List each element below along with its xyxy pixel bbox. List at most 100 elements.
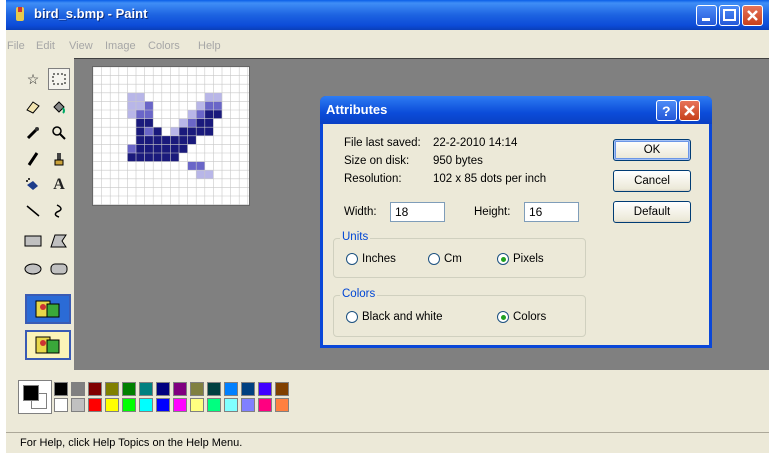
palette-swatch[interactable] xyxy=(139,382,153,396)
height-label: Height: xyxy=(474,206,511,218)
menu-bar: File Edit View Image Colors Help xyxy=(6,36,769,58)
menu-colors[interactable]: Colors xyxy=(148,40,180,52)
airbrush-icon[interactable] xyxy=(22,174,44,196)
width-label: Width: xyxy=(344,206,377,218)
size-on-disk-label: Size on disk: xyxy=(344,155,410,167)
size-on-disk-value: 950 bytes xyxy=(433,155,483,167)
palette-swatch[interactable] xyxy=(275,398,289,412)
colors-colors-label: Colors xyxy=(513,311,547,323)
maximize-button[interactable] xyxy=(719,5,740,26)
pencil-icon[interactable] xyxy=(22,148,44,170)
dialog-title: Attributes xyxy=(326,102,388,117)
minimize-icon xyxy=(702,18,710,21)
window-title: bird_s.bmp - Paint xyxy=(34,6,148,21)
magnifier-icon[interactable] xyxy=(48,122,70,144)
text-tool-icon[interactable]: A xyxy=(48,174,70,196)
eraser-icon[interactable] xyxy=(22,96,44,118)
colors-black-white-label: Black and white xyxy=(362,311,443,323)
line-icon[interactable] xyxy=(22,200,44,222)
menu-view[interactable]: View xyxy=(69,40,93,52)
colors-group-title: Colors xyxy=(340,288,378,300)
palette-swatch[interactable] xyxy=(105,382,119,396)
rect-select-icon[interactable] xyxy=(48,68,70,90)
palette-swatch[interactable] xyxy=(190,382,204,396)
polygon-icon[interactable] xyxy=(48,230,70,252)
palette-swatch[interactable] xyxy=(173,382,187,396)
units-cm-label: Cm xyxy=(444,253,462,265)
units-pixels-label: Pixels xyxy=(513,253,544,265)
fill-icon[interactable] xyxy=(48,96,70,118)
minimize-button[interactable] xyxy=(696,5,717,26)
palette-swatch[interactable] xyxy=(224,398,238,412)
color-palette xyxy=(6,370,769,430)
drawing-canvas[interactable] xyxy=(92,66,250,206)
foreground-color-swatch[interactable] xyxy=(23,385,39,401)
height-input[interactable] xyxy=(524,202,579,222)
colors-black-white-radio[interactable]: Black and white xyxy=(346,311,443,323)
dialog-body: File last saved: 22-2-2010 14:14 Size on… xyxy=(323,124,709,345)
curve-icon[interactable] xyxy=(48,200,70,222)
dialog-help-button[interactable]: ? xyxy=(656,100,677,121)
units-cm-radio[interactable]: Cm xyxy=(428,253,462,265)
palette-swatch[interactable] xyxy=(241,398,255,412)
palette-swatch[interactable] xyxy=(105,398,119,412)
transparent-option-icon[interactable] xyxy=(25,330,71,360)
dialog-close-button[interactable] xyxy=(679,100,700,121)
palette-swatch[interactable] xyxy=(275,382,289,396)
opaque-option-icon[interactable] xyxy=(25,294,71,324)
maximize-icon xyxy=(723,9,736,21)
palette-swatch[interactable] xyxy=(241,382,255,396)
palette-swatch[interactable] xyxy=(54,382,68,396)
radio-button-selected-icon xyxy=(497,311,509,323)
palette-swatch[interactable] xyxy=(54,398,68,412)
palette-swatch[interactable] xyxy=(224,382,238,396)
palette-swatch[interactable] xyxy=(207,382,221,396)
file-last-saved-label: File last saved: xyxy=(344,137,421,149)
units-inches-radio[interactable]: Inches xyxy=(346,253,396,265)
default-button[interactable]: Default xyxy=(613,201,691,223)
dialog-title-bar[interactable]: Attributes ? xyxy=(320,96,712,124)
palette-swatch[interactable] xyxy=(88,398,102,412)
brush-icon[interactable] xyxy=(48,148,70,170)
radio-button-icon xyxy=(346,253,358,265)
palette-swatch[interactable] xyxy=(258,382,272,396)
radio-button-selected-icon xyxy=(497,253,509,265)
ok-button[interactable]: OK xyxy=(613,139,691,161)
units-pixels-radio[interactable]: Pixels xyxy=(497,253,544,265)
palette-swatch[interactable] xyxy=(173,398,187,412)
menu-image[interactable]: Image xyxy=(105,40,136,52)
palette-swatch[interactable] xyxy=(258,398,272,412)
units-group-title: Units xyxy=(340,231,371,243)
menu-file[interactable]: File xyxy=(7,40,25,52)
palette-swatch[interactable] xyxy=(190,398,204,412)
colors-colors-radio[interactable]: Colors xyxy=(497,311,546,323)
help-icon: ? xyxy=(662,103,671,119)
radio-button-icon xyxy=(346,311,358,323)
cancel-button[interactable]: Cancel xyxy=(613,170,691,192)
svg-text:?: ? xyxy=(662,103,671,119)
palette-swatch[interactable] xyxy=(71,398,85,412)
palette-swatch[interactable] xyxy=(88,382,102,396)
paint-window: bird_s.bmp - Paint File Edit View Image … xyxy=(6,0,769,453)
free-select-icon[interactable]: ☆ xyxy=(22,68,44,90)
close-button[interactable] xyxy=(742,5,763,26)
palette-swatch[interactable] xyxy=(71,382,85,396)
palette-swatch[interactable] xyxy=(122,398,136,412)
palette-swatch[interactable] xyxy=(122,382,136,396)
rounded-rectangle-icon[interactable] xyxy=(48,258,70,280)
resolution-value: 102 x 85 dots per inch xyxy=(433,173,547,185)
file-last-saved-value: 22-2-2010 14:14 xyxy=(433,137,518,149)
attributes-dialog: Attributes ? File last saved: 22-2-2010 … xyxy=(320,96,712,348)
title-bar[interactable]: bird_s.bmp - Paint xyxy=(6,0,769,30)
palette-swatch[interactable] xyxy=(139,398,153,412)
palette-swatch[interactable] xyxy=(156,398,170,412)
ellipse-icon[interactable] xyxy=(22,258,44,280)
colors-group: Colors Black and white Colors xyxy=(333,288,586,337)
color-picker-icon[interactable] xyxy=(22,122,44,144)
palette-swatch[interactable] xyxy=(156,382,170,396)
palette-swatch[interactable] xyxy=(207,398,221,412)
width-input[interactable] xyxy=(390,202,445,222)
rectangle-icon[interactable] xyxy=(22,230,44,252)
menu-help[interactable]: Help xyxy=(198,40,221,52)
menu-edit[interactable]: Edit xyxy=(36,40,55,52)
